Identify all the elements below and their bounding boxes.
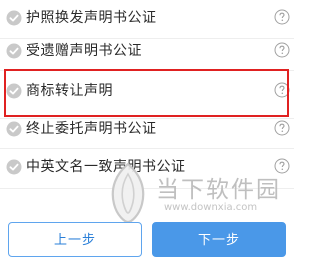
- question-circle-icon[interactable]: [274, 158, 290, 174]
- list-item-label: 受遗赠声明书公证: [26, 43, 142, 59]
- list-item-label: 护照换发声明书公证: [26, 10, 157, 26]
- footer-actions: 上一步 下一步: [0, 212, 294, 264]
- question-circle-icon[interactable]: [274, 120, 290, 136]
- highlight-annotation: [4, 69, 289, 117]
- divider: [0, 188, 294, 189]
- question-circle-icon[interactable]: [274, 42, 290, 58]
- previous-step-button[interactable]: 上一步: [8, 222, 142, 257]
- check-circle-icon: [6, 10, 22, 26]
- check-circle-icon: [6, 43, 22, 59]
- list-item[interactable]: 中英文名一致声明书公证: [0, 149, 294, 187]
- next-step-button[interactable]: 下一步: [152, 222, 286, 257]
- check-circle-icon: [6, 121, 22, 137]
- list-item-label: 终止委托声明书公证: [26, 121, 157, 137]
- check-circle-icon: [6, 159, 22, 175]
- question-circle-icon[interactable]: [274, 9, 290, 25]
- list-item[interactable]: 受遗赠声明书公证: [0, 33, 294, 71]
- list-item-label: 中英文名一致声明书公证: [26, 159, 186, 175]
